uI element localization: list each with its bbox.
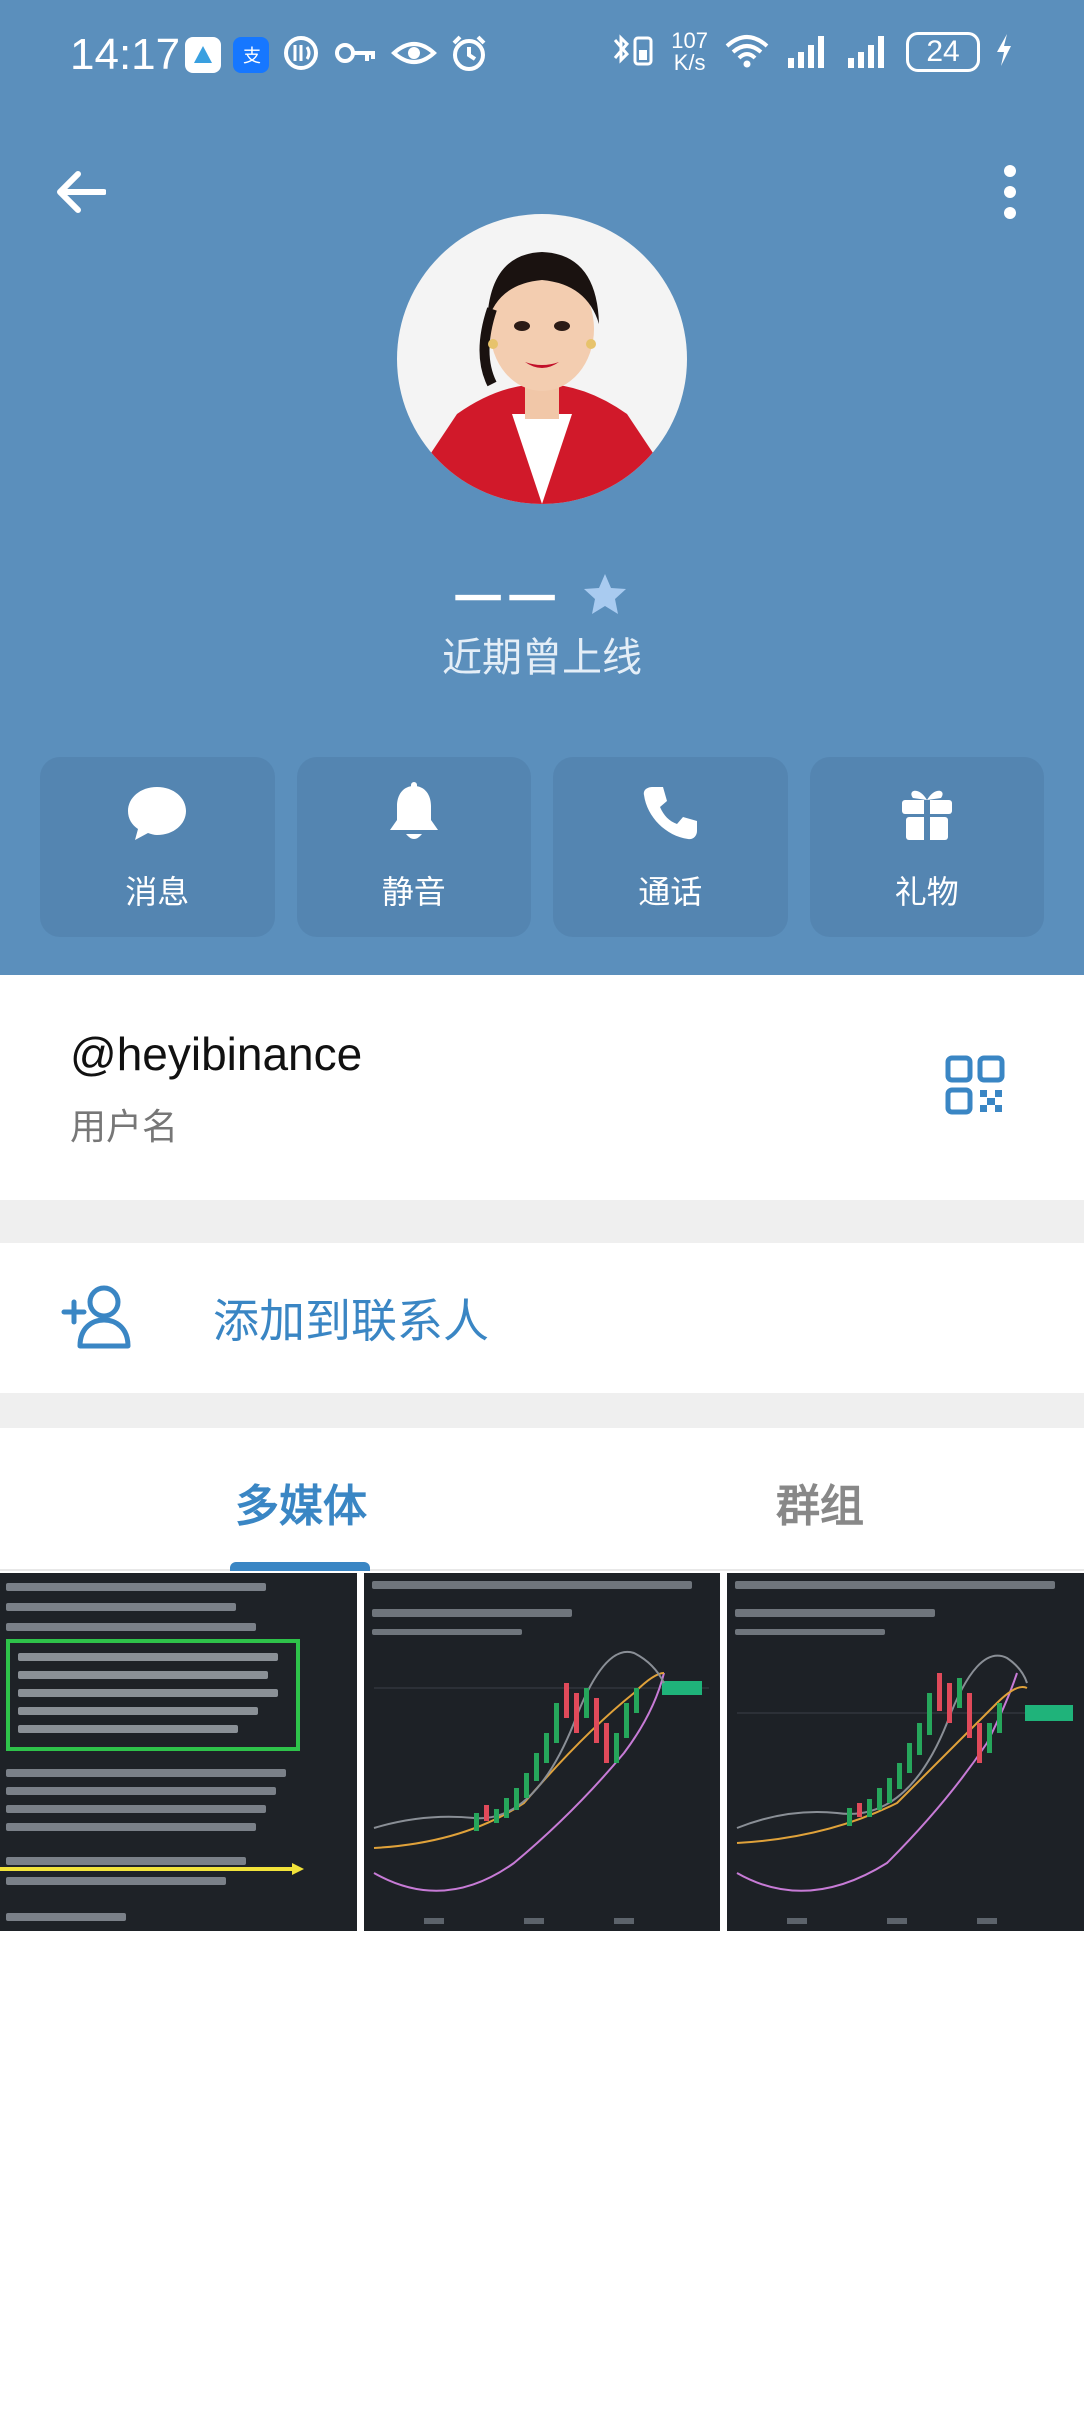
nfc-icon [281, 33, 321, 77]
call-button[interactable]: 通话 [553, 757, 788, 937]
active-tab-indicator [230, 1562, 370, 1571]
gift-icon [895, 781, 959, 845]
action-buttons: 消息 静音 通话 礼物 [40, 757, 1044, 937]
profile-tabs: 多媒体 群组 [0, 1428, 1084, 1571]
profile-name: 一一 [453, 572, 562, 628]
gift-button[interactable]: 礼物 [809, 757, 1044, 937]
battery-indicator: 24 [906, 32, 980, 72]
username-value[interactable]: @heyibinance [70, 1027, 362, 1081]
bluetooth-battery-icon [607, 30, 657, 74]
tab-groups[interactable]: 群组 [776, 1470, 864, 1534]
back-button[interactable] [50, 162, 110, 222]
username-caption: 用户名 [70, 1107, 179, 1148]
qr-code-icon [945, 1055, 1005, 1115]
svg-text:支: 支 [243, 46, 261, 67]
message-button[interactable]: 消息 [40, 757, 275, 937]
call-button-label: 通话 [638, 873, 703, 911]
phone-icon [638, 781, 702, 845]
profile-avatar[interactable] [397, 214, 687, 504]
mute-button-label: 静音 [381, 873, 446, 911]
tab-media[interactable]: 多媒体 [235, 1470, 367, 1534]
mute-button[interactable]: 静音 [296, 757, 531, 937]
message-icon [125, 781, 189, 845]
media-thumbnail[interactable] [0, 1573, 357, 1931]
add-contact-row[interactable]: 添加到联系人 [0, 1243, 1084, 1393]
alipay-icon: 支 [233, 37, 269, 73]
net-speed-unit: K/s [673, 50, 706, 75]
app-notification-icon [185, 37, 221, 73]
status-bar: 14:17 支 107 K/s 24 [0, 0, 1084, 110]
arrow-left-icon [57, 171, 106, 213]
charging-icon [994, 30, 1014, 74]
status-right-icons: 107 K/s 24 [607, 30, 1014, 74]
section-divider [0, 1393, 1084, 1428]
profile-header: 14:17 支 107 K/s 24 一一 近期曾上线 消息 静音 通话 礼物 [0, 0, 1084, 975]
media-thumbnail[interactable] [363, 1573, 721, 1931]
message-button-label: 消息 [125, 873, 190, 911]
media-thumbnail[interactable] [727, 1573, 1084, 1931]
profile-name-row: 一一 [0, 560, 1084, 630]
qr-code-button[interactable] [945, 1055, 1005, 1115]
section-divider [0, 1200, 1084, 1243]
signal-icon-2 [846, 30, 892, 74]
star-badge-icon[interactable] [580, 570, 630, 620]
add-user-icon [60, 1278, 140, 1358]
net-speed: 107 K/s [671, 30, 708, 74]
key-icon [333, 33, 379, 77]
media-grid [0, 1573, 1084, 1931]
username-section[interactable]: @heyibinance 用户名 [0, 975, 1084, 1200]
last-seen-status: 近期曾上线 [442, 635, 642, 681]
status-left-icons: 支 [185, 33, 489, 77]
more-vertical-icon [1004, 165, 1016, 219]
eye-icon [391, 33, 437, 77]
status-time: 14:17 [70, 30, 181, 79]
more-options-button[interactable] [990, 162, 1030, 222]
add-contact-label: 添加到联系人 [213, 1294, 489, 1348]
bell-icon [382, 781, 446, 845]
signal-icon-1 [786, 30, 832, 74]
alarm-icon [449, 33, 489, 77]
wifi-icon [722, 30, 772, 74]
gift-button-label: 礼物 [894, 873, 959, 911]
